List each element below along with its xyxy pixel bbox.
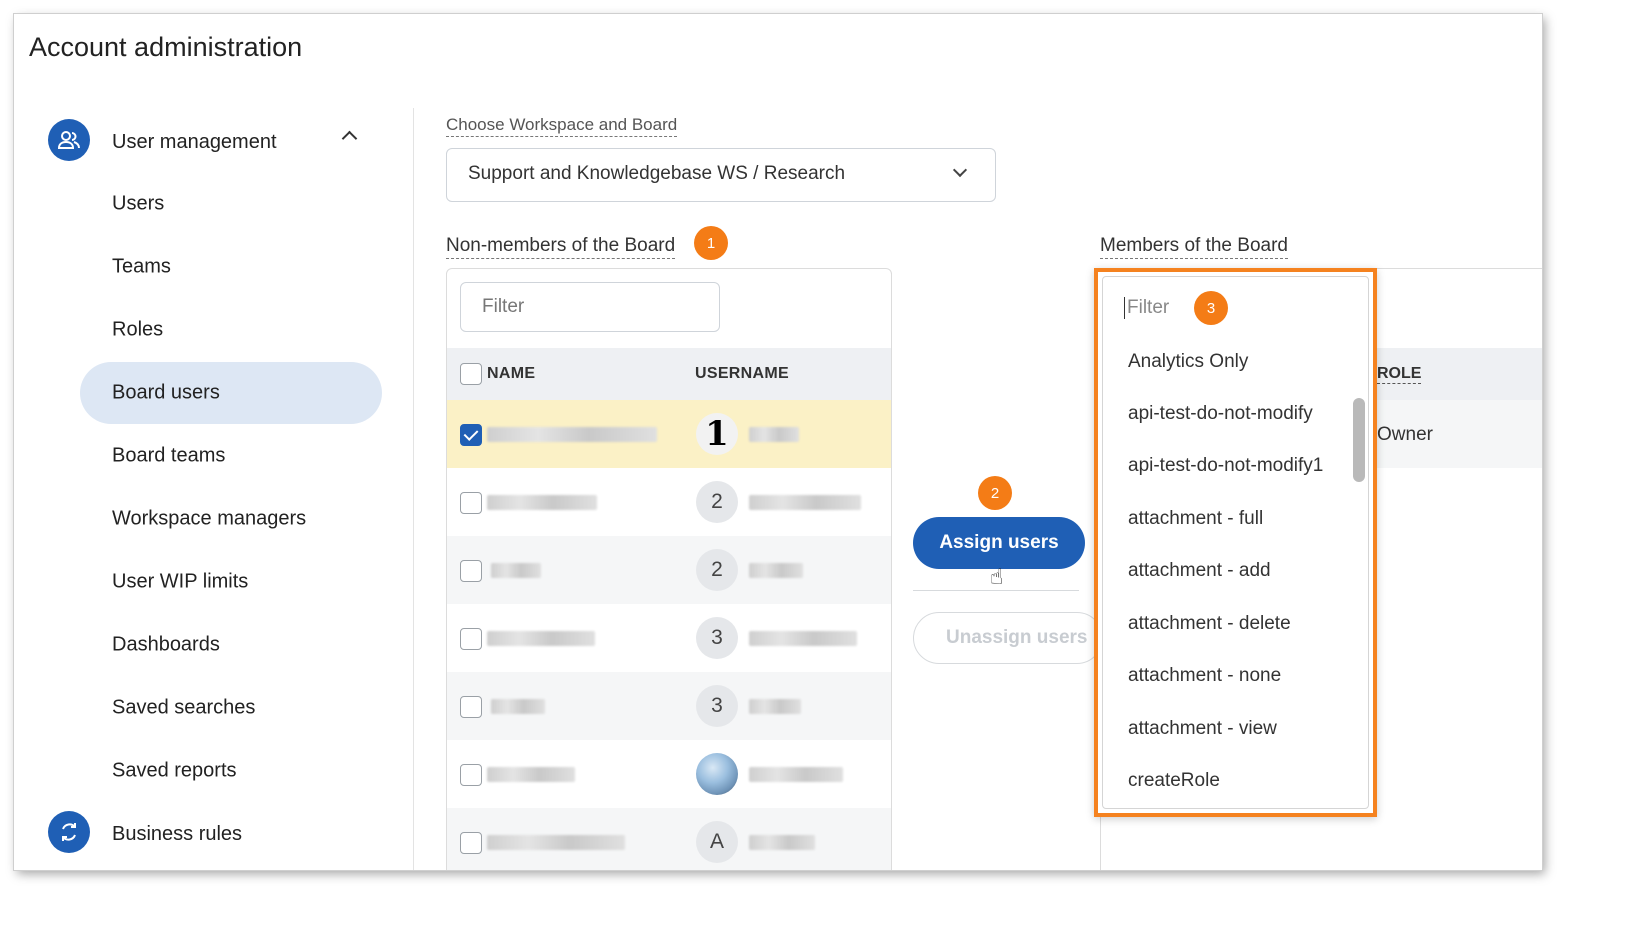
assign-users-button[interactable]: Assign users: [913, 517, 1085, 569]
role-option[interactable]: Analytics Only: [1128, 351, 1248, 373]
hand-cursor-icon: ☝: [990, 564, 1004, 589]
members-label: Members of the Board: [1100, 235, 1288, 259]
divider: [913, 590, 1079, 591]
role-option[interactable]: api-test-do-not-modify1: [1128, 455, 1323, 477]
page-title: Account administration: [29, 32, 303, 62]
workspace-board-value: Support and Knowledgebase WS / Research: [468, 163, 846, 184]
sidebar-item-label: Board users: [112, 381, 220, 404]
role-option[interactable]: attachment - add: [1128, 560, 1271, 582]
role-filter-input[interactable]: Filter: [1124, 297, 1169, 319]
avatar: 3: [696, 685, 738, 727]
redacted-username: [749, 631, 857, 646]
role-option[interactable]: attachment - view: [1128, 718, 1277, 740]
redacted-name: [487, 631, 595, 646]
sidebar-item-user-wip-limits[interactable]: User WIP limits: [80, 551, 382, 613]
unassign-users-button[interactable]: Unassign users: [913, 612, 1103, 664]
sidebar-item-label: Board teams: [112, 444, 226, 467]
role-option[interactable]: attachment - delete: [1128, 613, 1291, 635]
app-window: Account administration User management U…: [14, 14, 1542, 870]
sidebar-item-label: Saved searches: [112, 696, 256, 719]
role-option[interactable]: attachment - none: [1128, 665, 1281, 687]
row-checkbox[interactable]: [460, 832, 482, 854]
redacted-name: [487, 835, 625, 850]
avatar: 2: [696, 481, 738, 523]
redacted-username: [749, 835, 815, 850]
column-header-name[interactable]: NAME: [487, 365, 535, 383]
sidebar-item-saved-searches[interactable]: Saved searches: [80, 677, 382, 739]
sidebar-item-board-users[interactable]: Board users: [80, 362, 382, 424]
sidebar-item-dashboards[interactable]: Dashboards: [80, 614, 382, 676]
sidebar-item-board-teams[interactable]: Board teams: [80, 425, 382, 487]
sidebar-item-users[interactable]: Users: [80, 173, 382, 235]
row-checkbox[interactable]: [460, 560, 482, 582]
sidebar-item-workspace-managers[interactable]: Workspace managers: [80, 488, 382, 550]
sidebar-item-label: User WIP limits: [112, 570, 249, 593]
row-checkbox[interactable]: [460, 492, 482, 514]
select-all-checkbox[interactable]: [460, 363, 482, 385]
redacted-name: [487, 767, 575, 782]
redacted-username: [749, 427, 799, 442]
workspace-board-select[interactable]: Support and Knowledgebase WS / Research: [446, 148, 996, 202]
redacted-username: [749, 699, 801, 714]
avatar: A: [696, 821, 738, 863]
redacted-name: [491, 699, 545, 714]
sidebar-item-label: Roles: [112, 318, 164, 341]
redacted-name: [487, 495, 597, 510]
sidebar-item-label: Dashboards: [112, 633, 220, 656]
table-row[interactable]: 3: [447, 604, 891, 672]
workspace-board-label: Choose Workspace and Board: [446, 115, 678, 137]
non-members-table-header: NAME USERNAME: [447, 348, 891, 400]
chevron-down-icon: [952, 162, 968, 178]
non-members-panel: NAME USERNAME 1 2 2 3: [446, 268, 892, 870]
avatar: [696, 753, 738, 795]
role-dropdown[interactable]: Filter 3 Analytics Only api-test-do-not-…: [1094, 268, 1377, 817]
table-row[interactable]: [447, 740, 891, 808]
refresh-icon[interactable]: [48, 811, 90, 853]
table-row[interactable]: 3: [447, 672, 891, 740]
sidebar-item-label: Teams: [112, 255, 171, 278]
role-option[interactable]: api-test-do-not-modify: [1128, 403, 1313, 425]
step-badge-2: 2: [978, 476, 1012, 510]
column-header-role[interactable]: ROLE: [1377, 365, 1422, 384]
sidebar-item-saved-reports[interactable]: Saved reports: [80, 740, 382, 802]
non-members-filter-input[interactable]: [460, 282, 720, 332]
sidebar-item-label: Users: [112, 192, 165, 215]
avatar: 3: [696, 617, 738, 659]
table-row[interactable]: 2: [447, 468, 891, 536]
sidebar-item-teams[interactable]: Teams: [80, 236, 382, 298]
row-checkbox[interactable]: [460, 424, 482, 446]
role-option[interactable]: attachment - full: [1128, 508, 1263, 530]
sidebar-section-business-rules[interactable]: Business rules: [112, 823, 242, 846]
scrollbar-thumb[interactable]: [1353, 398, 1365, 482]
member-role-value[interactable]: Owner: [1377, 424, 1433, 446]
step-badge-3: 3: [1194, 291, 1228, 325]
redacted-name: [491, 563, 541, 578]
table-row[interactable]: A: [447, 808, 891, 870]
non-members-label: Non-members of the Board: [446, 235, 676, 259]
redacted-username: [749, 767, 843, 782]
sidebar-item-label: Saved reports: [112, 759, 237, 782]
redacted-username: [749, 495, 861, 510]
avatar: 1: [696, 413, 738, 455]
sidebar-section-user-management[interactable]: User management: [112, 131, 277, 154]
table-row[interactable]: 2: [447, 536, 891, 604]
row-checkbox[interactable]: [460, 696, 482, 718]
role-option[interactable]: createRole: [1128, 770, 1220, 792]
avatar: 2: [696, 549, 738, 591]
sidebar-item-label: Workspace managers: [112, 507, 307, 530]
redacted-username: [749, 563, 803, 578]
chevron-up-icon[interactable]: [341, 130, 358, 147]
step-badge-1: 1: [694, 226, 728, 260]
row-checkbox[interactable]: [460, 628, 482, 650]
sidebar-divider: [413, 108, 414, 870]
table-row[interactable]: 1: [447, 400, 891, 468]
row-checkbox[interactable]: [460, 764, 482, 786]
column-header-username[interactable]: USERNAME: [695, 365, 789, 383]
sidebar-item-roles[interactable]: Roles: [80, 299, 382, 361]
redacted-name: [487, 427, 657, 442]
users-icon[interactable]: [48, 119, 90, 161]
